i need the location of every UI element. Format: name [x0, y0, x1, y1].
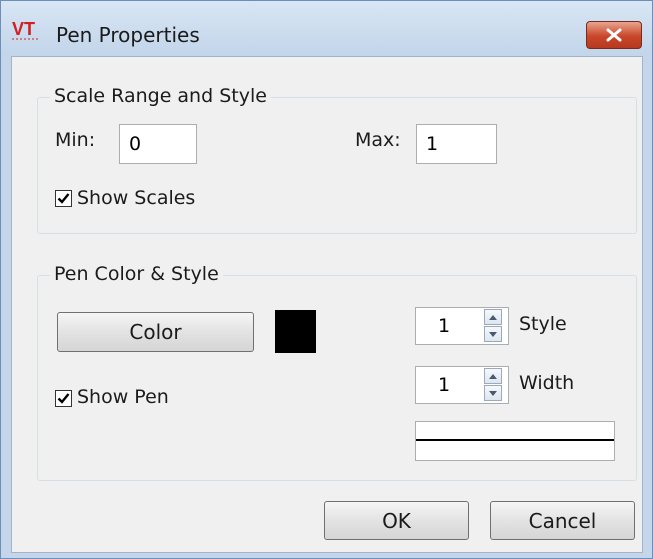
pen-preview	[415, 421, 615, 461]
close-icon	[606, 28, 622, 42]
scale-range-group-label: Scale Range and Style	[50, 85, 271, 107]
min-input[interactable]: 0	[119, 124, 197, 164]
arrow-up-icon	[489, 314, 497, 320]
color-button[interactable]: Color	[57, 312, 254, 352]
pen-color-style-group-label: Pen Color & Style	[50, 263, 223, 285]
show-scales-checkbox[interactable]	[55, 190, 72, 207]
style-spin-up-button[interactable]	[484, 309, 502, 325]
style-label: Style	[519, 313, 567, 335]
title-bar[interactable]: VT Pen Properties	[1, 1, 652, 55]
max-input[interactable]: 1	[416, 124, 497, 164]
scale-range-group: Scale Range and Style	[37, 85, 637, 234]
color-swatch	[275, 310, 316, 353]
ok-button[interactable]: OK	[324, 501, 469, 540]
window-title: Pen Properties	[56, 23, 200, 47]
arrow-down-icon	[489, 331, 497, 337]
checkmark-icon	[57, 193, 70, 204]
vt-app-icon: VT	[12, 19, 38, 40]
width-spin-up-button[interactable]	[484, 368, 502, 384]
dialog-client-area: Scale Range and Style Min: 0 Max: 1 Show…	[11, 56, 643, 553]
width-label: Width	[519, 372, 575, 394]
svg-text:VT: VT	[12, 19, 35, 39]
pen-preview-line	[416, 439, 614, 441]
max-label: Max:	[355, 129, 401, 151]
show-pen-checkbox[interactable]	[55, 390, 72, 407]
arrow-down-icon	[489, 390, 497, 396]
dialog-window: VT Pen Properties Scale Range and Style …	[0, 0, 653, 559]
arrow-up-icon	[489, 373, 497, 379]
checkmark-icon	[57, 393, 70, 404]
cancel-button[interactable]: Cancel	[490, 501, 635, 540]
width-spin-down-button[interactable]	[484, 385, 502, 401]
style-spin-down-button[interactable]	[484, 326, 502, 342]
show-pen-label[interactable]: Show Pen	[77, 386, 169, 408]
min-label: Min:	[55, 129, 96, 151]
close-button[interactable]	[586, 21, 642, 49]
show-scales-label[interactable]: Show Scales	[77, 187, 195, 209]
